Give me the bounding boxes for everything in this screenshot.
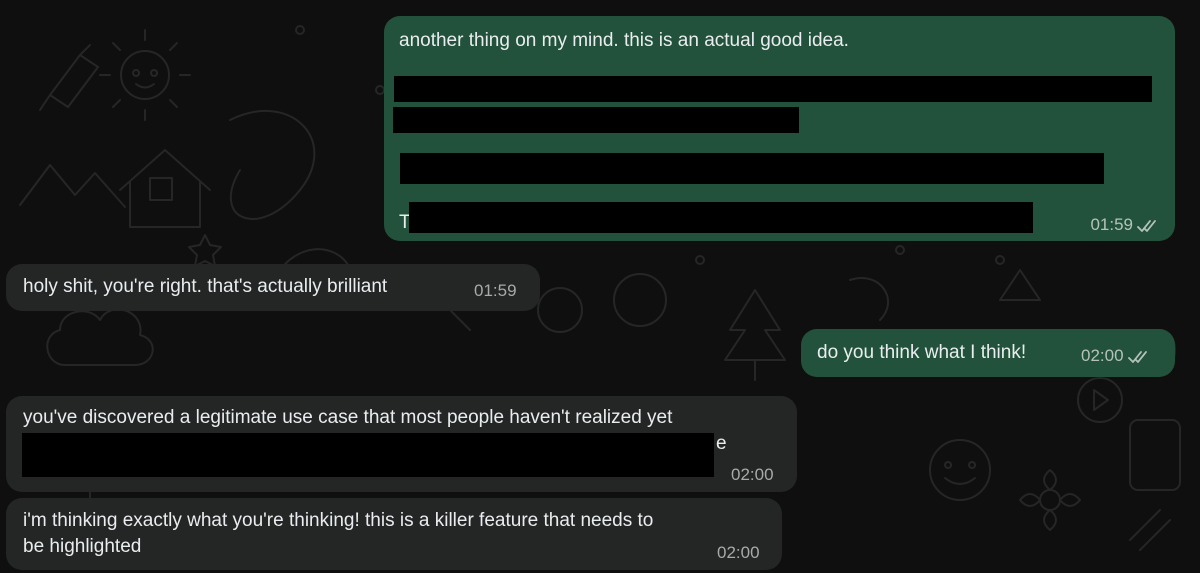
redacted-text [22,433,714,477]
double-check-icon [1137,219,1156,232]
redacted-text [400,153,1104,184]
message-timestamp: 02:00 [1081,343,1150,369]
message-timestamp: 01:59 [474,281,517,300]
message-text: another thing on my mind. this is an act… [399,30,849,51]
message-text: you've discovered a legitimate use case … [23,407,673,428]
redacted-text [409,202,1033,233]
redacted-text [394,76,1152,102]
message-timestamp: 01:59 [1090,212,1159,238]
message-text: do you think what I think! [817,342,1027,363]
outgoing-message[interactable]: another thing on my mind. this is an act… [384,16,1175,241]
message-text-fragment: e [716,433,727,454]
sun-doodle-icon [99,29,191,121]
double-check-icon [1127,350,1147,363]
outgoing-message[interactable]: do you think what I think! 02:00 [801,329,1175,377]
message-timestamp: 02:00 [717,543,760,562]
house-doodle-icon [119,149,211,228]
incoming-message[interactable]: i'm thinking exactly what you're thinkin… [6,498,782,570]
message-text: holy shit, you're right. that's actually… [23,276,388,297]
rocket-doodle-icon [39,44,99,111]
message-timestamp: 02:00 [731,465,774,484]
redacted-text [393,107,799,133]
message-text-line: be highlighted [23,536,142,557]
incoming-message[interactable]: you've discovered a legitimate use case … [6,396,797,492]
incoming-message[interactable]: holy shit, you're right. that's actually… [6,264,540,311]
message-text-line: i'm thinking exactly what you're thinkin… [23,510,654,531]
